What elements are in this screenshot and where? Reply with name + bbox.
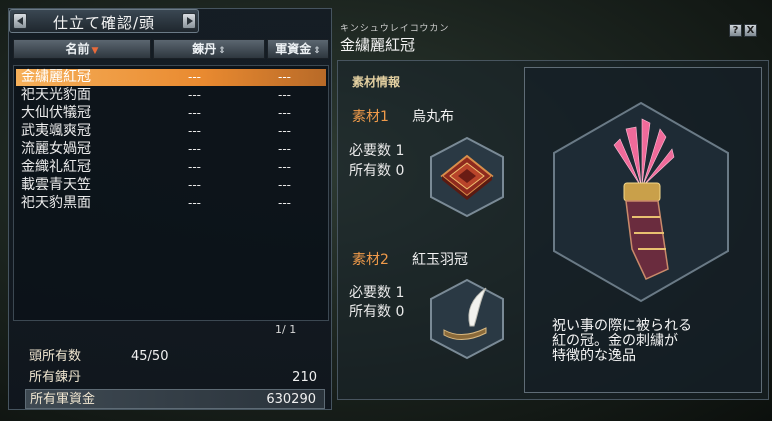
item-name: 金織礼紅冠: [21, 159, 91, 175]
list-item[interactable]: 祀天光豹面 --- ---: [16, 87, 326, 104]
owned-ren-value: 210: [292, 370, 317, 385]
item-ren: ---: [188, 160, 201, 174]
owned-ren-row: 所有錬丹 210: [25, 368, 325, 388]
list-item[interactable]: 大仙伏犠冠 --- ---: [16, 105, 326, 122]
item-gun: ---: [278, 70, 291, 84]
item-ren: ---: [188, 106, 201, 120]
item-gun: ---: [278, 88, 291, 102]
item-name: 大仙伏犠冠: [21, 105, 91, 121]
required-value: 1: [395, 143, 405, 159]
item-gun: ---: [278, 106, 291, 120]
material-2-required: 必要数 1: [349, 283, 404, 303]
help-icon[interactable]: ?: [729, 24, 742, 37]
column-headers: 名前 ▼ 錬丹 ⇕ 軍資金 ⇕: [13, 39, 329, 59]
column-header-gun[interactable]: 軍資金 ⇕: [267, 39, 329, 59]
head-list-panel: 仕立て確認/頭 名前 ▼ 錬丹 ⇕ 軍資金 ⇕ 金繍麗紅冠 --- --- 祀天光豹面…: [8, 8, 332, 410]
item-gun: ---: [278, 142, 291, 156]
head-list: 金繍麗紅冠 --- --- 祀天光豹面 --- --- 大仙伏犠冠 --- --…: [13, 65, 329, 321]
item-ren: ---: [188, 70, 201, 84]
material-1-owned: 所有数 0: [349, 161, 404, 181]
heads-owned-row: 頭所有数 45/50: [25, 347, 325, 367]
item-gun: ---: [278, 160, 291, 174]
owned-value: 0: [395, 163, 405, 179]
owned-funds-row: 所有軍資金 630290: [25, 389, 325, 409]
item-description: 祝い事の際に被られる 紅の冠。金の刺繍が 特徴的な逸品: [552, 318, 692, 364]
list-item[interactable]: 載雲青天笠 --- ---: [16, 177, 326, 194]
item-gun: ---: [278, 124, 291, 138]
item-name: 載雲青天笠: [21, 177, 91, 193]
material-1-label: 素材1: [352, 109, 389, 125]
material-2-label: 素材2: [352, 252, 389, 268]
column-header-name[interactable]: 名前 ▼: [13, 39, 151, 59]
item-ren: ---: [188, 142, 201, 156]
page-indicator: 1/ 1: [275, 323, 297, 336]
heads-owned-value: 45/50: [131, 349, 169, 364]
sort-desc-icon: ▼: [91, 46, 99, 56]
material-2-name: 紅玉羽冠: [412, 252, 468, 268]
owned-funds-label: 所有軍資金: [30, 392, 96, 407]
item-ren: ---: [188, 178, 201, 192]
item-name: 流麗女媧冠: [21, 141, 91, 157]
close-icon[interactable]: X: [744, 24, 757, 37]
list-item[interactable]: 金繍麗紅冠 --- ---: [16, 69, 326, 86]
feather-crown-icon: [430, 278, 504, 360]
item-ren: ---: [188, 88, 201, 102]
carpet-icon: [430, 136, 504, 218]
column-gun-label: 軍資金: [275, 42, 312, 56]
materials-header: 素材情報: [352, 75, 401, 89]
item-ren: ---: [188, 124, 201, 138]
title-bar: 仕立て確認/頭: [9, 9, 199, 33]
item-name: 武夷颯爽冠: [21, 123, 91, 139]
required-label: 必要数: [349, 285, 391, 301]
item-ren: ---: [188, 196, 201, 210]
material-1-name: 烏丸布: [412, 109, 454, 125]
red-feather-crown-icon: [553, 101, 729, 303]
owned-label: 所有数: [349, 163, 391, 179]
material-1-required: 必要数 1: [349, 141, 404, 161]
material-2-owned: 所有数 0: [349, 302, 404, 322]
sort-icon: ⇕: [313, 46, 321, 56]
item-reading: キンシュウレイコウカン: [340, 24, 450, 34]
column-name-label: 名前: [65, 42, 90, 56]
owned-funds-value: 630290: [266, 392, 316, 407]
heads-owned-label: 頭所有数: [29, 349, 82, 364]
arrow-right-icon[interactable]: [182, 13, 196, 29]
item-name: 金繍麗紅冠: [21, 69, 91, 85]
item-name: 祀天光豹面: [21, 87, 91, 103]
sort-icon: ⇕: [218, 46, 226, 56]
list-item[interactable]: 祀天豹黒面 --- ---: [16, 195, 326, 212]
required-label: 必要数: [349, 143, 391, 159]
list-item[interactable]: 金織礼紅冠 --- ---: [16, 159, 326, 176]
required-value: 1: [395, 285, 405, 301]
list-item[interactable]: 武夷颯爽冠 --- ---: [16, 123, 326, 140]
owned-label: 所有数: [349, 304, 391, 320]
arrow-left-icon[interactable]: [13, 13, 27, 29]
screen-title: 仕立て確認/頭: [52, 14, 156, 32]
item-title: 金繍麗紅冠: [340, 36, 416, 54]
item-name: 祀天豹黒面: [21, 195, 91, 211]
list-item[interactable]: 流麗女媧冠 --- ---: [16, 141, 326, 158]
owned-ren-label: 所有錬丹: [29, 370, 82, 385]
item-gun: ---: [278, 178, 291, 192]
column-ren-label: 錬丹: [192, 42, 217, 56]
column-header-ren[interactable]: 錬丹 ⇕: [153, 39, 265, 59]
item-gun: ---: [278, 196, 291, 210]
owned-value: 0: [395, 304, 405, 320]
